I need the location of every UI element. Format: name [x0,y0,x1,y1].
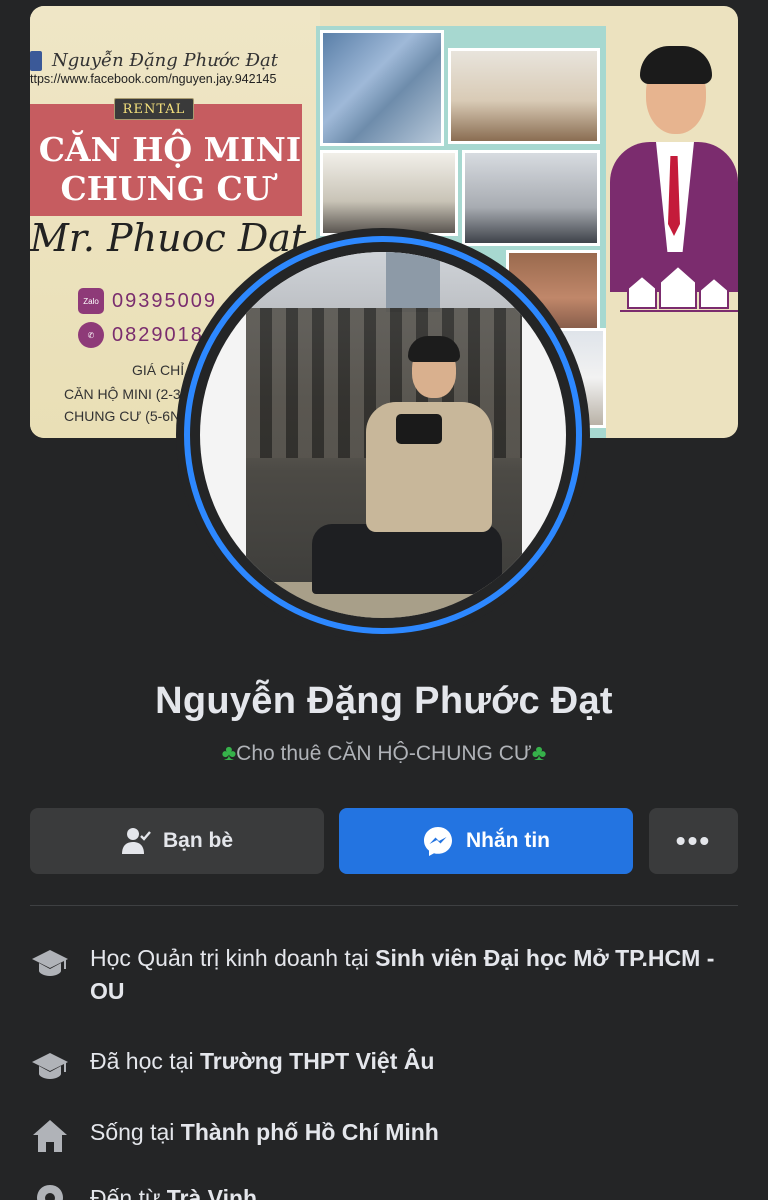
graduation-cap-icon [32,950,68,976]
phone-icon: ✆ [78,322,104,348]
info-row-study: Học Quản trị kinh doanh tại Sinh viên Đạ… [30,942,738,1008]
info-text: Đến từ Trà Vinh [90,1182,257,1200]
cover-price-1: GIÁ CHỈ [132,362,185,378]
location-pin-icon [37,1185,63,1200]
rental-badge: RENTAL [114,98,194,120]
friend-check-icon [121,828,151,854]
houses-icon [620,262,738,312]
cover-phone-1: 09395009 [112,289,217,312]
cover-phone-row-2: ✆ 0829018 [78,322,204,348]
info-row-hometown: Đến từ Trà Vinh [30,1182,738,1200]
info-row-lives: Sống tại Thành phố Hồ Chí Minh [30,1116,738,1156]
profile-bio: ♣Cho thuê CĂN HỘ-CHUNG CƯ♣ [0,740,768,766]
info-prefix: Đến từ [90,1185,167,1200]
clover-icon: ♣ [531,740,547,765]
info-prefix: Sống tại [90,1119,181,1145]
building-photo [320,30,444,146]
cover-headline-2: CHUNG CƯ [60,169,272,208]
lounge-photo [462,150,600,246]
message-button-label: Nhắn tin [466,829,550,852]
cover-fb-name: Nguyễn Đặng Phước Đạt [52,50,278,71]
message-button[interactable]: Nhắn tin [339,808,633,874]
info-text: Sống tại Thành phố Hồ Chí Minh [90,1116,439,1149]
info-text: Đã học tại Trường THPT Việt Âu [90,1045,434,1078]
home-icon [33,1120,67,1152]
graduation-cap-icon [32,1053,68,1079]
living-room-photo [448,48,600,144]
info-link-school[interactable]: Trường THPT Việt Âu [200,1048,434,1074]
more-dots-icon: ••• [675,825,712,856]
cover-phone-row-1: Zalo 09395009 [78,288,217,314]
section-divider [30,905,738,906]
camera-icon [396,414,442,444]
clover-icon: ♣ [221,740,237,765]
cover-headline-1: CĂN HỘ MINI [38,130,302,169]
cover-fb-row: Nguyễn Đặng Phước Đạt [30,50,278,71]
info-link-city[interactable]: Thành phố Hồ Chí Minh [181,1119,439,1145]
profile-photo-scene [246,252,522,618]
friends-button[interactable]: Bạn bè [30,808,324,874]
zalo-icon: Zalo [78,288,104,314]
info-link-hometown[interactable]: Trà Vinh [167,1185,257,1200]
cover-phone-2: 0829018 [112,323,204,346]
kitchen-photo [320,150,458,236]
profile-picture[interactable] [200,252,566,618]
more-options-button[interactable]: ••• [649,808,738,874]
friends-button-label: Bạn bè [162,829,233,852]
cover-price-3: CHUNG CƯ (5-6N [64,408,181,424]
info-text: Học Quản trị kinh doanh tại Sinh viên Đạ… [90,942,738,1008]
info-prefix: Đã học tại [90,1048,200,1074]
info-prefix: Học Quản trị kinh doanh tại [90,945,376,971]
cover-price-2: CĂN HỘ MINI (2-3 [64,386,181,402]
profile-bio-text: Cho thuê CĂN HỘ-CHUNG CƯ [236,742,532,765]
profile-name: Nguyễn Đặng Phước Đạt [155,680,613,722]
cover-fb-url: ttps://www.facebook.com/nguyen.jay.94214… [30,72,277,86]
messenger-icon [424,827,452,856]
info-row-school: Đã học tại Trường THPT Việt Âu [30,1045,738,1085]
facebook-icon [30,50,42,71]
